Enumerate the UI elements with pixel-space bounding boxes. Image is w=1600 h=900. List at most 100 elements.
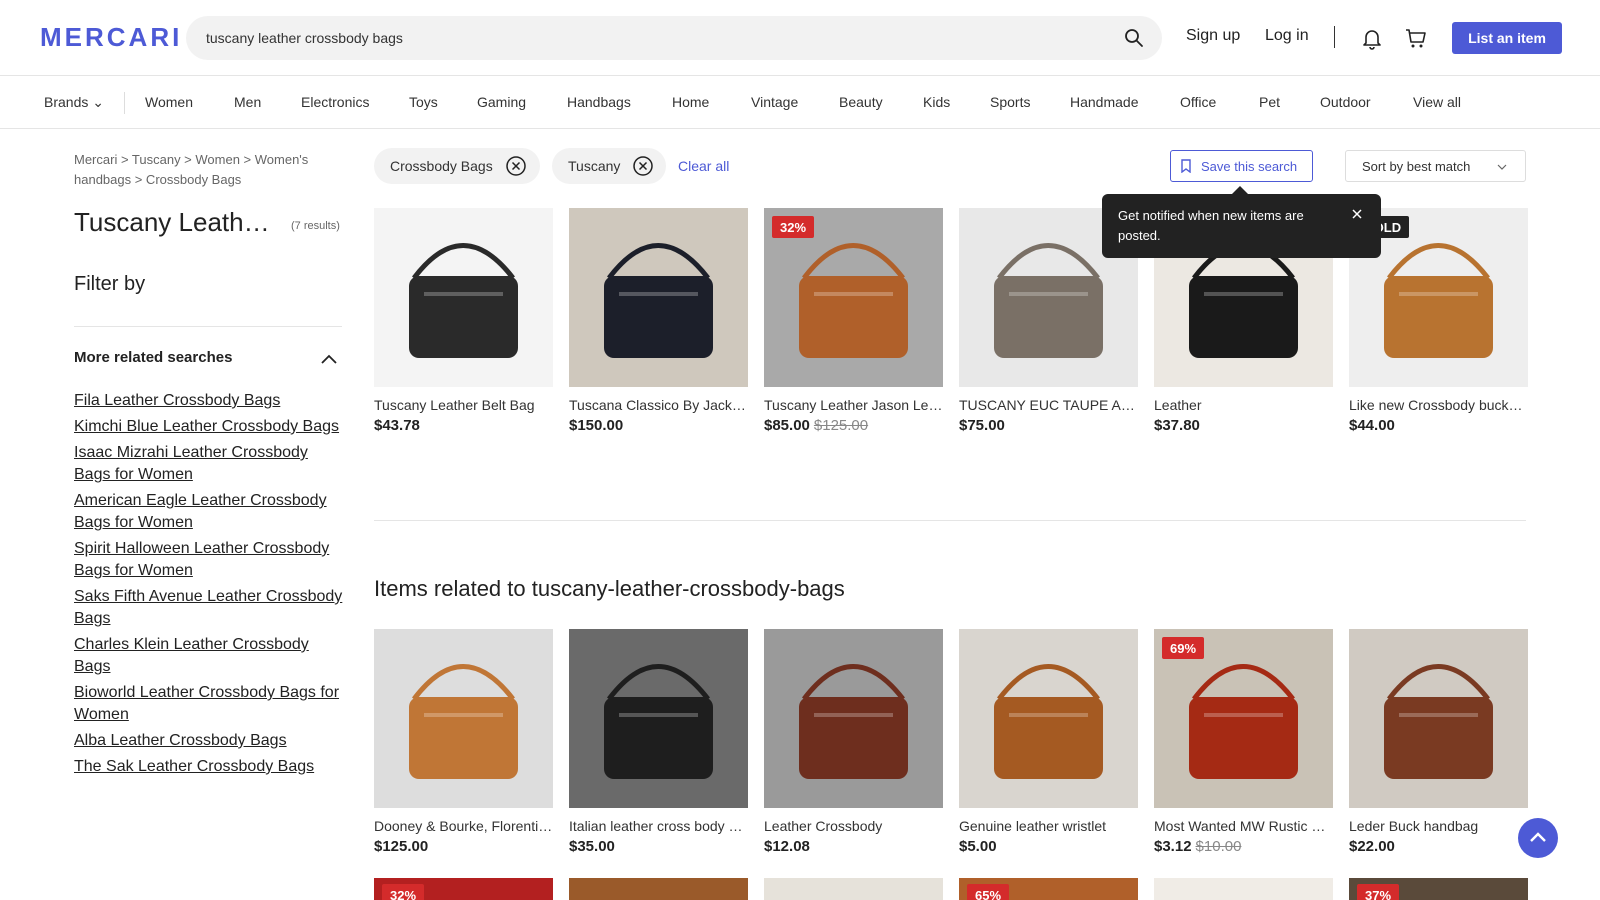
search-icon[interactable] bbox=[1124, 28, 1144, 48]
item-thumbnail[interactable] bbox=[569, 629, 748, 808]
item-card[interactable]: 32% bbox=[374, 878, 553, 900]
category-home[interactable]: Home bbox=[672, 94, 709, 110]
item-title[interactable]: Dooney & Bourke, Florentine leather cros… bbox=[374, 818, 553, 834]
item-thumbnail[interactable] bbox=[374, 208, 553, 387]
item-thumbnail[interactable] bbox=[569, 878, 748, 900]
save-search-label: Save this search bbox=[1201, 158, 1298, 174]
category-women[interactable]: Women bbox=[145, 94, 193, 110]
related-searches-heading[interactable]: More related searches bbox=[74, 349, 232, 366]
item-thumbnail[interactable] bbox=[374, 629, 553, 808]
item-card[interactable] bbox=[569, 878, 748, 900]
item-thumbnail[interactable]: 69% bbox=[1154, 629, 1333, 808]
item-card[interactable]: Dooney & Bourke, Florentine leather cros… bbox=[374, 629, 553, 855]
item-thumbnail[interactable] bbox=[764, 629, 943, 808]
filter-chip-tuscany[interactable]: Tuscany bbox=[552, 148, 666, 184]
chevron-up-icon[interactable] bbox=[320, 350, 338, 368]
item-thumbnail[interactable]: 32% bbox=[374, 878, 553, 900]
sort-dropdown[interactable]: Sort by best match bbox=[1345, 150, 1526, 182]
close-icon[interactable] bbox=[1351, 208, 1363, 220]
item-card[interactable]: 37% bbox=[1349, 878, 1528, 900]
category-toys[interactable]: Toys bbox=[409, 94, 438, 110]
item-card[interactable] bbox=[764, 878, 943, 900]
item-thumbnail[interactable] bbox=[1154, 878, 1333, 900]
category-handmade[interactable]: Handmade bbox=[1070, 94, 1139, 110]
product-image bbox=[764, 878, 943, 900]
mercari-logo[interactable]: MERCARI bbox=[40, 22, 182, 53]
related-search-link[interactable]: Fila Leather Crossbody Bags bbox=[74, 392, 280, 409]
category-electronics[interactable]: Electronics bbox=[301, 94, 369, 110]
category-gaming[interactable]: Gaming bbox=[477, 94, 526, 110]
item-title[interactable]: Italian leather cross body bag bbox=[569, 818, 748, 834]
category-pet[interactable]: Pet bbox=[1259, 94, 1280, 110]
category-view-all[interactable]: View all bbox=[1413, 94, 1461, 110]
sign-up-link[interactable]: Sign up bbox=[1186, 27, 1240, 45]
category-office[interactable]: Office bbox=[1180, 94, 1216, 110]
item-title[interactable]: Genuine leather wristlet bbox=[959, 818, 1138, 834]
breadcrumb[interactable]: Mercari > Tuscany > Women > Women's hand… bbox=[74, 150, 344, 190]
item-title[interactable]: Tuscana Classico By Jack Georges Leather… bbox=[569, 397, 748, 413]
chip-label: Crossbody Bags bbox=[390, 158, 493, 174]
related-search-link[interactable]: Saks Fifth Avenue Leather Crossbody Bags bbox=[74, 588, 342, 627]
bell-icon[interactable] bbox=[1360, 26, 1384, 50]
remove-filter-icon[interactable] bbox=[632, 155, 654, 177]
item-thumbnail[interactable] bbox=[764, 878, 943, 900]
category-brands[interactable]: Brands ⌄ bbox=[44, 94, 104, 111]
save-search-button[interactable]: Save this search bbox=[1170, 150, 1313, 182]
item-title[interactable]: Tuscany Leather Jason Leather Crossbody bbox=[764, 397, 943, 413]
related-search-link[interactable]: American Eagle Leather Crossbody Bags fo… bbox=[74, 492, 327, 531]
item-thumbnail[interactable]: 32% bbox=[764, 208, 943, 387]
related-search-link[interactable]: Bioworld Leather Crossbody Bags for Wome… bbox=[74, 684, 339, 723]
item-thumbnail[interactable] bbox=[1349, 629, 1528, 808]
item-thumbnail[interactable] bbox=[959, 629, 1138, 808]
remove-filter-icon[interactable] bbox=[505, 155, 527, 177]
item-card[interactable]: Leder Buck handbag $22.00 bbox=[1349, 629, 1528, 855]
log-in-link[interactable]: Log in bbox=[1265, 27, 1309, 45]
category-men[interactable]: Men bbox=[234, 94, 261, 110]
item-title[interactable]: Leder Buck handbag bbox=[1349, 818, 1528, 834]
item-title[interactable]: Leather bbox=[1154, 397, 1333, 413]
item-title[interactable]: Like new Crossbody bucket bag bbox=[1349, 397, 1528, 413]
item-card[interactable]: Tuscany Leather Belt Bag $43.78 bbox=[374, 208, 553, 434]
item-card[interactable]: 65% bbox=[959, 878, 1138, 900]
category-beauty[interactable]: Beauty bbox=[839, 94, 883, 110]
item-thumbnail[interactable]: 65% bbox=[959, 878, 1138, 900]
item-title[interactable]: Most Wanted MW Rustic Leather Crossbody bbox=[1154, 818, 1333, 834]
item-price: $35.00 bbox=[569, 838, 615, 855]
list-an-item-button[interactable]: List an item bbox=[1452, 22, 1562, 54]
item-thumbnail[interactable] bbox=[569, 208, 748, 387]
category-handbags[interactable]: Handbags bbox=[567, 94, 631, 110]
item-title[interactable]: Tuscany Leather Belt Bag bbox=[374, 397, 553, 413]
category-sports[interactable]: Sports bbox=[990, 94, 1030, 110]
cart-icon[interactable] bbox=[1404, 26, 1428, 50]
related-search-link[interactable]: Alba Leather Crossbody Bags bbox=[74, 732, 287, 749]
item-price: $43.78 bbox=[374, 417, 420, 434]
related-search-link[interactable]: Isaac Mizrahi Leather Crossbody Bags for… bbox=[74, 444, 308, 483]
item-price: $125.00 bbox=[374, 838, 429, 855]
item-card[interactable]: Leather Crossbody $12.08 bbox=[764, 629, 943, 855]
category-nav: Brands ⌄ Women Men Electronics Toys Gami… bbox=[0, 77, 1600, 129]
item-thumbnail[interactable]: 37% bbox=[1349, 878, 1528, 900]
chevron-down-icon bbox=[1497, 164, 1507, 170]
item-card[interactable] bbox=[1154, 878, 1333, 900]
category-vintage[interactable]: Vintage bbox=[751, 94, 798, 110]
related-search-link[interactable]: The Sak Leather Crossbody Bags bbox=[74, 758, 314, 775]
category-kids[interactable]: Kids bbox=[923, 94, 950, 110]
item-card[interactable]: Genuine leather wristlet $5.00 bbox=[959, 629, 1138, 855]
item-card[interactable]: Tuscana Classico By Jack Georges Leather… bbox=[569, 208, 748, 434]
category-outdoor[interactable]: Outdoor bbox=[1320, 94, 1371, 110]
related-search-link[interactable]: Charles Klein Leather Crossbody Bags bbox=[74, 636, 309, 675]
filter-chip-crossbody-bags[interactable]: Crossbody Bags bbox=[374, 148, 540, 184]
item-title[interactable]: TUSCANY EUC TAUPE ALL LEATHER SLING bbox=[959, 397, 1138, 413]
related-search-link[interactable]: Kimchi Blue Leather Crossbody Bags bbox=[74, 418, 339, 435]
search-bar[interactable] bbox=[186, 16, 1162, 60]
search-input[interactable] bbox=[206, 16, 1086, 60]
related-search-link[interactable]: Spirit Halloween Leather Crossbody Bags … bbox=[74, 540, 329, 579]
scroll-to-top-button[interactable] bbox=[1518, 818, 1558, 858]
item-card[interactable]: 69% Most Wanted MW Rustic Leather Crossbo… bbox=[1154, 629, 1333, 855]
related-searches-list: Fila Leather Crossbody Bags Kimchi Blue … bbox=[74, 390, 344, 782]
item-card[interactable]: Italian leather cross body bag $35.00 bbox=[569, 629, 748, 855]
clear-all-link[interactable]: Clear all bbox=[678, 158, 729, 174]
item-price: $37.80 bbox=[1154, 417, 1200, 434]
item-title[interactable]: Leather Crossbody bbox=[764, 818, 943, 834]
item-card[interactable]: 32% Tuscany Leather Jason Leather Crossbo… bbox=[764, 208, 943, 434]
